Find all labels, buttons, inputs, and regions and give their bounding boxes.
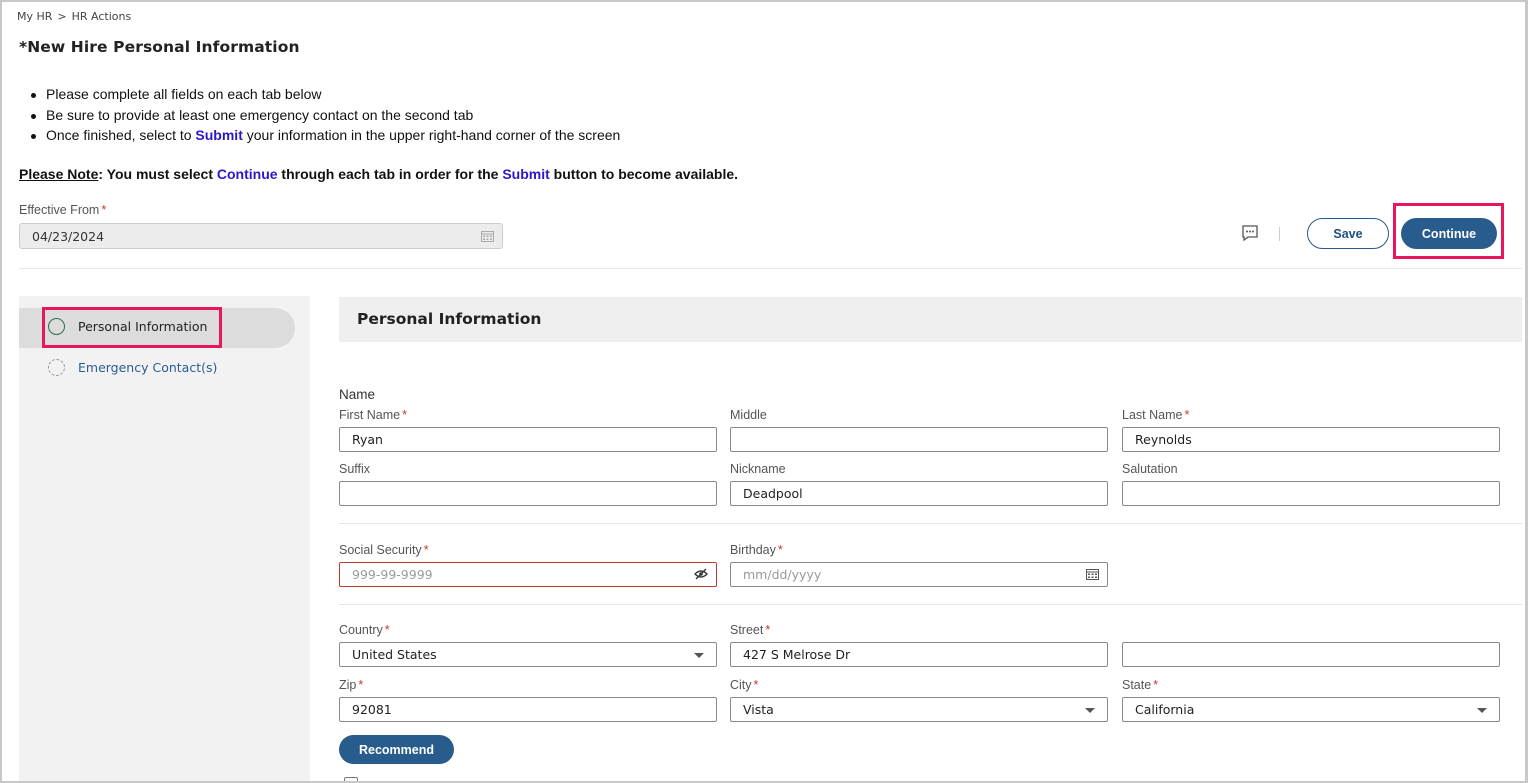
eye-slash-icon[interactable] [694,568,708,583]
nickname-field: Nickname Deadpool [730,462,1108,506]
chevron-down-icon [1477,708,1487,713]
chevron-down-icon [694,653,704,658]
middle-name-field: Middle [730,408,1108,452]
continue-highlight-box [1393,203,1504,259]
zip-input[interactable]: 92081 [339,697,717,722]
salutation-field: Salutation [1122,462,1500,506]
effective-from-label: Effective From * [19,203,107,217]
suffix-field: Suffix [339,462,717,506]
toolbar-divider [1279,227,1280,241]
section-title: Personal Information [357,310,542,328]
instructions-list: Please complete all fields on each tab b… [29,86,620,148]
state-select[interactable]: California [1122,697,1500,722]
name-group-label: Name [339,387,376,402]
social-security-input[interactable]: 999-99-9999 [339,562,717,587]
breadcrumb-my-hr[interactable]: My HR [17,10,52,23]
header-divider [19,268,1522,269]
chevron-down-icon [1085,708,1095,713]
country-select[interactable]: United States [339,642,717,667]
country-field: Country * United States [339,623,717,667]
personal-information-highlight-box [42,307,222,348]
city-field: City * Vista [730,678,1108,722]
section-divider [339,523,1522,524]
nickname-input[interactable]: Deadpool [730,481,1108,506]
social-security-field: Social Security * 999-99-9999 [339,543,717,587]
suffix-input[interactable] [339,481,717,506]
birthday-field: Birthday * mm/dd/yyyy [730,543,1108,587]
sidebar-item-emergency-contacts[interactable]: Emergency Contact(s) [48,359,217,376]
instruction-item: Please complete all fields on each tab b… [29,86,620,107]
continue-keyword: Continue [216,166,278,182]
middle-name-input[interactable] [730,427,1108,452]
city-select[interactable]: Vista [730,697,1108,722]
breadcrumb: My HR > HR Actions [17,10,131,23]
calendar-icon[interactable] [1086,568,1099,583]
submit-keyword: Submit [195,127,243,143]
last-name-field: Last Name * Reynolds [1122,408,1500,452]
breadcrumb-separator: > [57,10,67,23]
last-name-input[interactable]: Reynolds [1122,427,1500,452]
street-field: Street * 427 S Melrose Dr [730,623,1108,667]
step-pending-icon [48,359,65,376]
first-name-input[interactable]: Ryan [339,427,717,452]
birthday-input[interactable]: mm/dd/yyyy [730,562,1108,587]
zip-field: Zip * 92081 [339,678,717,722]
street-line2-input[interactable] [1122,642,1500,667]
comment-icon[interactable] [1240,223,1260,247]
please-note: Please Note: You must select Continue th… [19,166,739,182]
effective-from-input[interactable]: 04/23/2024 [19,223,503,249]
instruction-item: Be sure to provide at least one emergenc… [29,107,620,128]
salutation-input[interactable] [1122,481,1500,506]
first-name-field: First Name * Ryan [339,408,717,452]
app-frame: My HR > HR Actions *New Hire Personal Info… [0,0,1528,783]
calendar-icon[interactable] [481,230,494,245]
page-title: *New Hire Personal Information [19,38,300,56]
checkbox[interactable] [344,777,358,781]
section-header: Personal Information [339,297,1522,342]
street-line2-field [1122,623,1500,667]
recommend-button[interactable]: Recommend [339,735,454,764]
sidebar: Personal Information Emergency Contact(s… [19,296,310,781]
submit-keyword: Submit [502,166,550,182]
section-divider [339,604,1522,605]
state-field: State * California [1122,678,1500,722]
breadcrumb-hr-actions[interactable]: HR Actions [72,10,132,23]
street-input[interactable]: 427 S Melrose Dr [730,642,1108,667]
save-button[interactable]: Save [1307,218,1389,249]
instruction-item: Once finished, select to Submit your inf… [29,127,620,148]
